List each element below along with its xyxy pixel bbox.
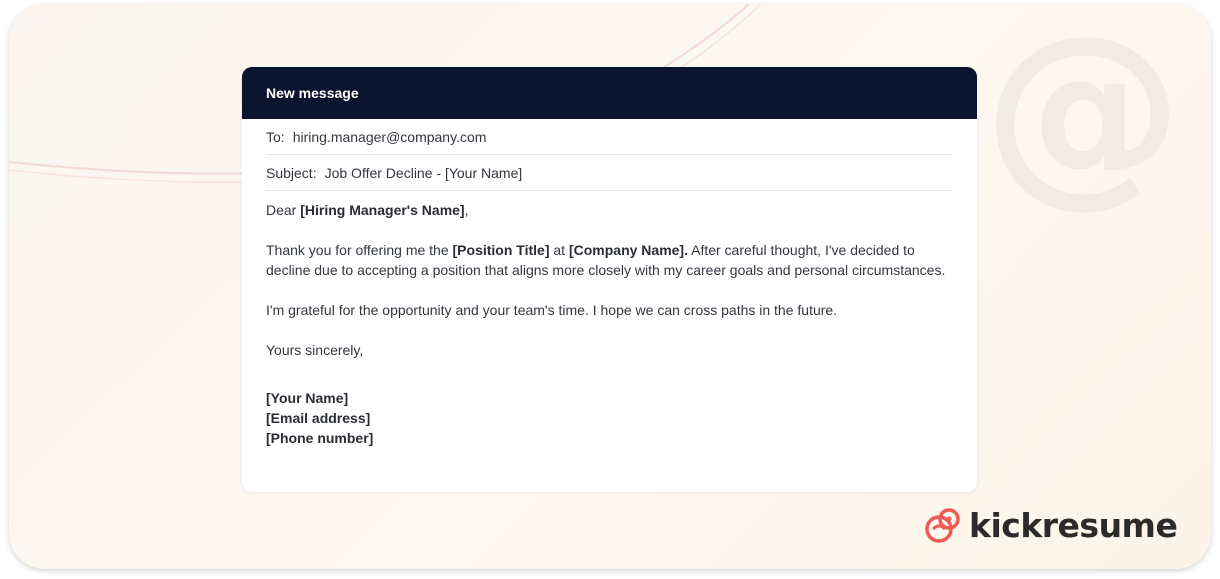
signature-name: [Your Name]	[266, 390, 349, 406]
subject-field[interactable]: Subject: Job Offer Decline - [Your Name]	[266, 155, 953, 191]
subject-value[interactable]: Job Offer Decline - [Your Name]	[325, 165, 523, 181]
greeting-suffix: ,	[464, 202, 469, 218]
p1-company: [Company Name].	[568, 242, 688, 258]
email-body: To: hiring.manager@company.com Subject: …	[242, 119, 977, 448]
greeting: Dear [Hiring Manager's Name],	[266, 200, 953, 220]
closing: Yours sincerely,	[266, 342, 364, 358]
p1-part2: at	[549, 242, 569, 258]
email-compose-window: New message To: hiring.manager@company.c…	[242, 67, 977, 492]
greeting-name: [Hiring Manager's Name]	[300, 202, 465, 218]
p1-position: [Position Title]	[452, 242, 550, 258]
greeting-prefix: Dear	[266, 202, 301, 218]
paragraph-1: Thank you for offering me the [Position …	[266, 240, 953, 280]
paragraph-2: I'm grateful for the opportunity and you…	[266, 302, 838, 318]
to-field[interactable]: To: hiring.manager@company.com	[266, 119, 953, 155]
email-header: New message	[242, 67, 977, 119]
signature-phone: [Phone number]	[266, 430, 374, 446]
kickresume-logo-icon	[925, 508, 960, 543]
brand-name: kickresume	[969, 505, 1178, 545]
subject-label: Subject:	[266, 164, 317, 181]
to-value[interactable]: hiring.manager@company.com	[293, 129, 487, 145]
p1-part1: Thank you for offering me the	[266, 242, 453, 258]
message-body[interactable]: Dear [Hiring Manager's Name], Thank you …	[266, 191, 953, 448]
signature: [Your Name] [Email address] [Phone numbe…	[266, 388, 953, 448]
signature-email: [Email address]	[266, 410, 371, 426]
background-frame: @ New message To: hiring.manager@company…	[9, 4, 1211, 569]
to-label: To:	[266, 128, 285, 145]
at-sign-icon: @	[983, 4, 1183, 226]
email-header-title: New message	[266, 85, 359, 101]
brand-logo: kickresume	[923, 505, 1178, 545]
